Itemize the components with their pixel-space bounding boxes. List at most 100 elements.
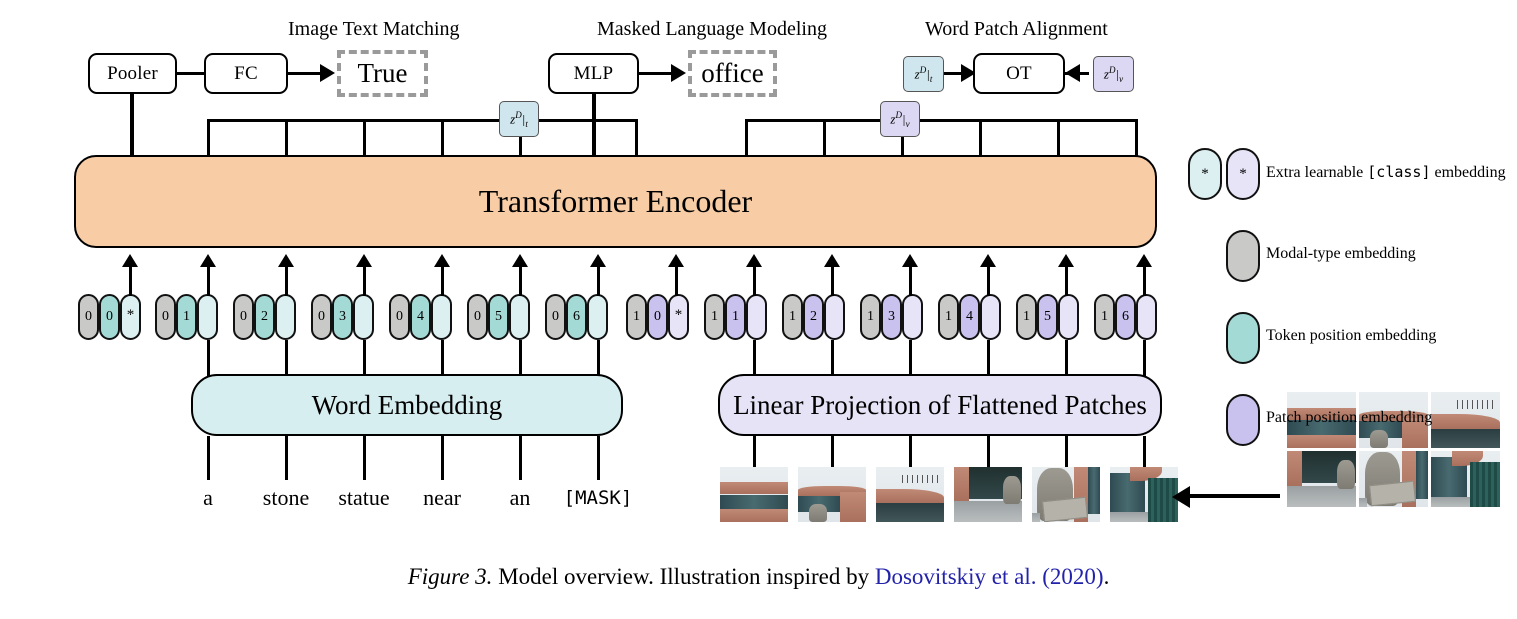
- image-patch-0: [720, 467, 788, 522]
- legend-star-text: *: [1201, 165, 1209, 182]
- z-text-encoder-label: zD|t: [510, 109, 528, 129]
- source-ground: [1359, 498, 1368, 507]
- heading-image-text-matching: Image Text Matching: [288, 18, 460, 40]
- image-token-3-modal-type-pill: 1: [860, 294, 881, 340]
- word-stem-1: [285, 436, 288, 480]
- mlp-box[interactable]: MLP: [548, 53, 639, 94]
- text-output-bus: [207, 119, 637, 122]
- text-token-4-position-pill: 4: [410, 294, 431, 340]
- word-embedding-box: Word Embedding: [191, 374, 623, 436]
- text-token-4-embedding-pill: [431, 294, 452, 340]
- image-token-2-position-pill: 2: [803, 294, 824, 340]
- legend-row-class-embedding: * * Extra learnable [class] embedding: [1188, 148, 1517, 200]
- encoder-input-arrow-5: [512, 254, 528, 267]
- text-bus-tick-2: [285, 119, 288, 158]
- figure-caption: Figure 3. Model overview. Illustration i…: [0, 564, 1517, 590]
- legend-row-patch-position: Patch position embedding: [1188, 394, 1517, 446]
- connector-fc-true: [287, 72, 322, 75]
- encoder-input-stem-7: [675, 266, 678, 296]
- patch-stem-4: [1065, 436, 1068, 470]
- image-patch-1: [798, 467, 866, 522]
- image-token-1-position-pill: 1: [725, 294, 746, 340]
- patch-brick-lower: [720, 508, 788, 522]
- encoder-input-stem-5: [519, 266, 522, 296]
- legend-label-class-embedding: Extra learnable [class] embedding: [1266, 163, 1506, 182]
- text-token-5-modal-type-pill: 0: [467, 294, 488, 340]
- word-stem-4: [519, 436, 522, 480]
- word-stem-5: [597, 436, 600, 480]
- legend-class-mono: [class]: [1367, 163, 1431, 181]
- z-vis-wpa-box: zD|v: [1093, 56, 1134, 92]
- image-token-6-position-pill: 6: [1115, 294, 1136, 340]
- text-bus-tick-3: [363, 119, 366, 158]
- legend-pill-class-text: *: [1188, 148, 1222, 200]
- patch-window: [1087, 467, 1100, 515]
- fc-box[interactable]: FC: [204, 53, 288, 94]
- arrow-mlp-to-office: [671, 64, 686, 82]
- encoder-input-stem-4: [441, 266, 444, 296]
- mlm-output-box: office: [688, 50, 777, 97]
- sentence-word-5: [MASK]: [563, 487, 633, 509]
- patch-ground: [1110, 512, 1149, 522]
- connector-mlp-office: [638, 72, 673, 75]
- embedding-to-pill-stem-7: [831, 340, 834, 376]
- embedding-to-pill-stem-11: [1143, 340, 1146, 376]
- patch-window-band: [720, 494, 788, 509]
- encoder-input-arrow-2: [278, 254, 294, 267]
- text-token-0-modal-type-pill: 0: [78, 294, 99, 340]
- image-token-0-embedding-pill: *: [668, 294, 689, 340]
- image-token-4-position-pill: 4: [959, 294, 980, 340]
- text-token-3-embedding-pill: [353, 294, 374, 340]
- encoder-input-arrow-8: [746, 254, 762, 267]
- word-stem-0: [207, 436, 210, 480]
- image-token-6-embedding-pill: [1136, 294, 1157, 340]
- text-bus-tick-6: [635, 119, 638, 158]
- text-token-0-position-pill: 0: [99, 294, 120, 340]
- text-token-3-position-pill: 3: [332, 294, 353, 340]
- encoder-input-arrow-0: [122, 254, 138, 267]
- patch-statue-head: [808, 504, 827, 522]
- text-token-6-embedding-pill: [587, 294, 608, 340]
- image-bus-tick-6: [1135, 119, 1138, 158]
- encoder-input-arrow-3: [356, 254, 372, 267]
- encoder-input-stem-8: [753, 266, 756, 296]
- encoder-input-stem-9: [831, 266, 834, 296]
- image-token-1-modal-type-pill: 1: [704, 294, 725, 340]
- image-token-6-modal-type-pill: 1: [1094, 294, 1115, 340]
- image-bus-tick-5: [1057, 119, 1060, 158]
- arrow-fc-to-true: [320, 64, 335, 82]
- wire-pooler-down: [130, 93, 134, 158]
- text-bus-tick-1: [207, 119, 210, 158]
- legend-star-image: *: [1239, 165, 1247, 182]
- linear-projection-box: Linear Projection of Flattened Patches: [718, 374, 1162, 436]
- encoder-input-stem-2: [285, 266, 288, 296]
- caption-citation[interactable]: Dosovitskiy et al. (2020): [875, 564, 1104, 589]
- image-token-4-embedding-pill: [980, 294, 1001, 340]
- text-token-5-position-pill: 5: [488, 294, 509, 340]
- z-vis-encoder-label: zD|v: [890, 109, 910, 129]
- image-token-3-embedding-pill: [902, 294, 923, 340]
- ot-box[interactable]: OT: [973, 53, 1065, 94]
- legend-pill-modal-type: [1226, 230, 1260, 282]
- image-patch-2: [876, 467, 944, 522]
- legend-label-modal-type: Modal-type embedding: [1266, 245, 1416, 262]
- sentence-word-1: stone: [262, 485, 310, 510]
- pooler-box[interactable]: Pooler: [88, 53, 177, 94]
- patch-railing: [901, 474, 942, 484]
- legend-pill-patch-position: [1226, 394, 1260, 446]
- itm-output-box: True: [337, 50, 428, 97]
- text-token-1-position-pill: 1: [176, 294, 197, 340]
- patch-shadow-band: [876, 503, 944, 522]
- arrow-source-to-patches: [1172, 486, 1190, 508]
- text-token-2-modal-type-pill: 0: [233, 294, 254, 340]
- patch-brick-band: [720, 482, 788, 495]
- encoder-input-stem-3: [363, 266, 366, 296]
- patch-pillar: [840, 492, 866, 522]
- text-token-4-modal-type-pill: 0: [389, 294, 410, 340]
- sentence-word-0: a: [203, 485, 213, 510]
- image-token-2-embedding-pill: [824, 294, 845, 340]
- image-token-4-modal-type-pill: 1: [938, 294, 959, 340]
- sentence-word-4: an: [509, 485, 531, 510]
- encoder-input-arrow-10: [902, 254, 918, 267]
- patch-stem-5: [1143, 436, 1146, 470]
